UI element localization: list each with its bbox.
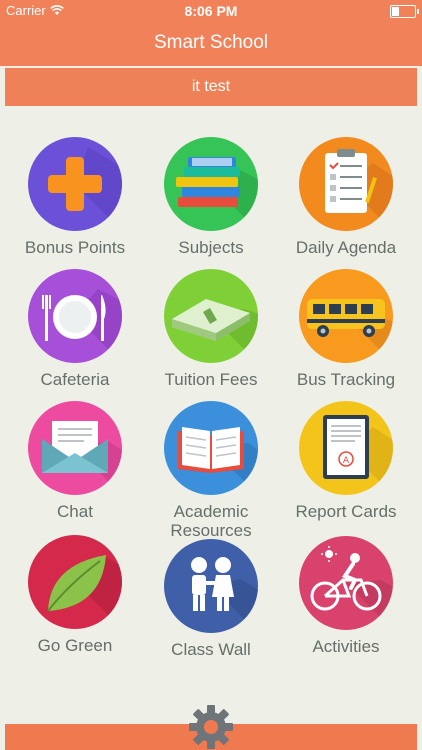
tile-bonus-points[interactable]: Bonus Points xyxy=(5,137,145,257)
money-stack-icon xyxy=(164,269,258,363)
battery-icon xyxy=(390,5,419,18)
tile-report-cards[interactable]: A Report Cards xyxy=(276,401,416,521)
tile-label: Class Wall xyxy=(171,640,251,659)
svg-text:A: A xyxy=(343,456,350,466)
envelope-icon xyxy=(28,401,122,495)
nav-bar: Smart School xyxy=(0,22,422,66)
tile-label: Report Cards xyxy=(295,502,397,521)
school-bus-icon xyxy=(299,269,393,363)
settings-gear-icon[interactable] xyxy=(188,704,234,750)
tile-label: Go Green xyxy=(37,636,113,655)
tile-label: Daily Agenda xyxy=(295,238,397,257)
plate-cutlery-icon xyxy=(28,269,122,363)
tile-class-wall[interactable]: Class Wall xyxy=(141,539,281,659)
tile-label: Cafeteria xyxy=(40,370,110,389)
tile-subjects[interactable]: Subjects xyxy=(141,137,281,257)
tile-label: Chat xyxy=(57,502,93,521)
tile-label: Bonus Points xyxy=(24,238,126,257)
tile-label: Tuition Fees xyxy=(164,370,258,389)
tile-label: Subjects xyxy=(178,238,244,257)
status-bar: Carrier 8:06 PM xyxy=(0,0,422,22)
tile-label: Academic Resources xyxy=(170,502,252,540)
leaf-icon xyxy=(28,535,122,629)
tile-daily-agenda[interactable]: Daily Agenda xyxy=(276,137,416,257)
tile-go-green[interactable]: Go Green xyxy=(5,535,145,655)
tile-academic-resources[interactable]: Academic Resources xyxy=(141,401,281,540)
open-book-icon xyxy=(164,401,258,495)
children-icon xyxy=(164,539,258,633)
tile-bus-tracking[interactable]: Bus Tracking xyxy=(276,269,416,389)
report-card-icon: A xyxy=(299,401,393,495)
clock: 8:06 PM xyxy=(184,3,238,19)
books-icon xyxy=(164,137,258,231)
tile-cafeteria[interactable]: Cafeteria xyxy=(5,269,145,389)
app-title: Smart School xyxy=(153,32,269,53)
tile-chat[interactable]: Chat xyxy=(5,401,145,521)
school-name-banner: it test xyxy=(5,68,417,106)
school-name: it test xyxy=(191,78,231,95)
tile-label: Bus Tracking xyxy=(296,370,396,389)
tile-tuition-fees[interactable]: Tuition Fees xyxy=(141,269,281,389)
cyclist-icon xyxy=(299,536,393,630)
tile-activities[interactable]: Activities xyxy=(276,536,416,656)
clipboard-icon xyxy=(299,137,393,231)
tile-label: Activities xyxy=(312,637,380,656)
plus-icon xyxy=(28,137,122,231)
